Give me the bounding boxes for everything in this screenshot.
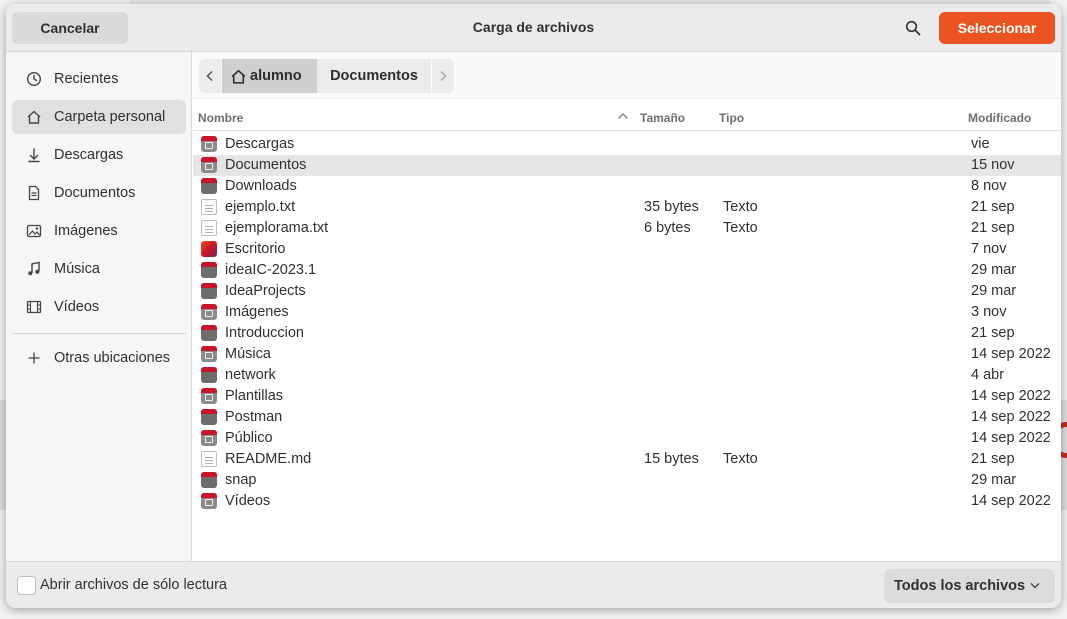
sidebar-item-recientes[interactable]: Recientes xyxy=(12,62,186,96)
sidebar-item-label: Imágenes xyxy=(54,223,118,239)
sidebar-item-label: Música xyxy=(54,261,100,277)
file-row[interactable]: ejemplorama.txt 6 bytes Texto 21 sep xyxy=(193,218,1061,239)
file-row[interactable]: Plantillas 14 sep 2022 xyxy=(193,386,1061,407)
path-bar: alumno Documentos xyxy=(193,52,1061,99)
sidebar-item-videos[interactable]: Vídeos xyxy=(12,290,186,324)
sidebar-item-musica[interactable]: Música xyxy=(12,252,186,286)
dialog-footer: Abrir archivos de sólo lectura Todos los… xyxy=(6,561,1061,608)
path-back-button[interactable] xyxy=(199,59,221,93)
file-filter-dropdown[interactable]: Todos los archivos xyxy=(884,569,1055,603)
file-row[interactable]: Postman 14 sep 2022 xyxy=(193,407,1061,428)
sidebar-item-label: Documentos xyxy=(54,185,136,201)
clock-icon xyxy=(26,71,42,87)
file-row[interactable]: IdeaProjects 29 mar xyxy=(193,281,1061,302)
chevron-right-icon xyxy=(440,70,447,82)
folder-music-icon xyxy=(201,346,217,362)
breadcrumb-home[interactable]: alumno xyxy=(222,59,317,93)
sidebar-item-documentos[interactable]: Documentos xyxy=(12,176,186,210)
sort-ascending-icon xyxy=(618,113,628,119)
file-list: Descargas vie Documentos 15 nov Download… xyxy=(193,134,1061,512)
file-view: alumno Documentos Nombre Tamaño Tipo Mod… xyxy=(193,52,1061,561)
plus-icon xyxy=(26,350,42,366)
music-icon xyxy=(26,261,42,277)
folder-templates-icon xyxy=(201,388,217,404)
column-size[interactable]: Tamaño xyxy=(640,111,685,125)
sidebar-item-carpeta-personal[interactable]: Carpeta personal xyxy=(12,100,186,134)
home-icon xyxy=(230,68,247,85)
file-row[interactable]: Vídeos 14 sep 2022 xyxy=(193,491,1061,512)
cancel-button[interactable]: Cancelar xyxy=(12,12,128,44)
breadcrumb-documentos[interactable]: Documentos xyxy=(317,59,431,93)
folder-icon xyxy=(201,367,217,383)
film-icon xyxy=(26,299,42,315)
select-button[interactable]: Seleccionar xyxy=(939,12,1055,44)
path-forward-button[interactable] xyxy=(432,59,454,93)
file-chooser-dialog: Cancelar Carga de archivos Seleccionar R… xyxy=(6,4,1061,608)
sidebar-item-descargas[interactable]: Descargas xyxy=(12,138,186,172)
text-file-icon xyxy=(201,220,217,236)
folder-documents-icon xyxy=(201,157,217,173)
readonly-label[interactable]: Abrir archivos de sólo lectura xyxy=(40,577,227,593)
sidebar-separator xyxy=(12,333,186,334)
search-icon xyxy=(905,20,921,36)
folder-pictures-icon xyxy=(201,304,217,320)
sidebar-item-label: Carpeta personal xyxy=(54,109,166,125)
file-row[interactable]: Documentos 15 nov xyxy=(193,155,1061,176)
file-row[interactable]: Imágenes 3 nov xyxy=(193,302,1061,323)
folder-icon xyxy=(201,472,217,488)
sidebar-item-imagenes[interactable]: Imágenes xyxy=(12,214,186,248)
breadcrumb-home-label: alumno xyxy=(250,68,302,84)
file-row[interactable]: Escritorio 7 nov xyxy=(193,239,1061,260)
file-row[interactable]: snap 29 mar xyxy=(193,470,1061,491)
chevron-left-icon xyxy=(206,70,213,82)
column-name[interactable]: Nombre xyxy=(198,111,243,125)
file-row[interactable]: Descargas vie xyxy=(193,134,1061,155)
text-file-icon xyxy=(201,199,217,215)
file-row[interactable]: README.md 15 bytes Texto 21 sep xyxy=(193,449,1061,470)
folder-icon xyxy=(201,325,217,341)
home-icon xyxy=(26,109,42,125)
file-row[interactable]: network 4 abr xyxy=(193,365,1061,386)
sidebar-item-otras-ubicaciones[interactable]: Otras ubicaciones xyxy=(12,341,186,375)
folder-public-icon xyxy=(201,430,217,446)
places-sidebar: Recientes Carpeta personal Descargas Doc… xyxy=(6,52,192,561)
column-type[interactable]: Tipo xyxy=(719,111,744,125)
sidebar-item-label: Recientes xyxy=(54,71,119,87)
column-headers: Nombre Tamaño Tipo Modificado xyxy=(193,101,1061,131)
readonly-checkbox[interactable] xyxy=(17,576,36,595)
search-button[interactable] xyxy=(901,16,925,40)
file-row[interactable]: ideaIC-2023.1 29 mar xyxy=(193,260,1061,281)
markdown-file-icon xyxy=(201,451,217,467)
folder-icon xyxy=(201,409,217,425)
file-row[interactable]: Música 14 sep 2022 xyxy=(193,344,1061,365)
chevron-down-icon xyxy=(1030,583,1040,589)
folder-icon xyxy=(201,262,217,278)
image-icon xyxy=(26,223,42,239)
file-row[interactable]: ejemplo.txt 35 bytes Texto 21 sep xyxy=(193,197,1061,218)
sidebar-item-label: Descargas xyxy=(54,147,124,163)
column-modified[interactable]: Modificado xyxy=(968,111,1031,125)
download-icon xyxy=(26,147,42,163)
file-row[interactable]: Downloads 8 nov xyxy=(193,176,1061,197)
sidebar-item-label: Otras ubicaciones xyxy=(54,350,171,366)
document-icon xyxy=(26,185,42,201)
dialog-header: Cancelar Carga de archivos Seleccionar xyxy=(6,4,1061,52)
sidebar-item-label: Vídeos xyxy=(54,299,100,315)
folder-videos-icon xyxy=(201,493,217,509)
file-filter-label: Todos los archivos xyxy=(894,578,1026,594)
desktop-folder-icon xyxy=(201,241,217,257)
file-row[interactable]: Público 14 sep 2022 xyxy=(193,428,1061,449)
folder-icon xyxy=(201,178,217,194)
folder-icon xyxy=(201,283,217,299)
file-row[interactable]: Introduccion 21 sep xyxy=(193,323,1061,344)
folder-download-icon xyxy=(201,136,217,152)
